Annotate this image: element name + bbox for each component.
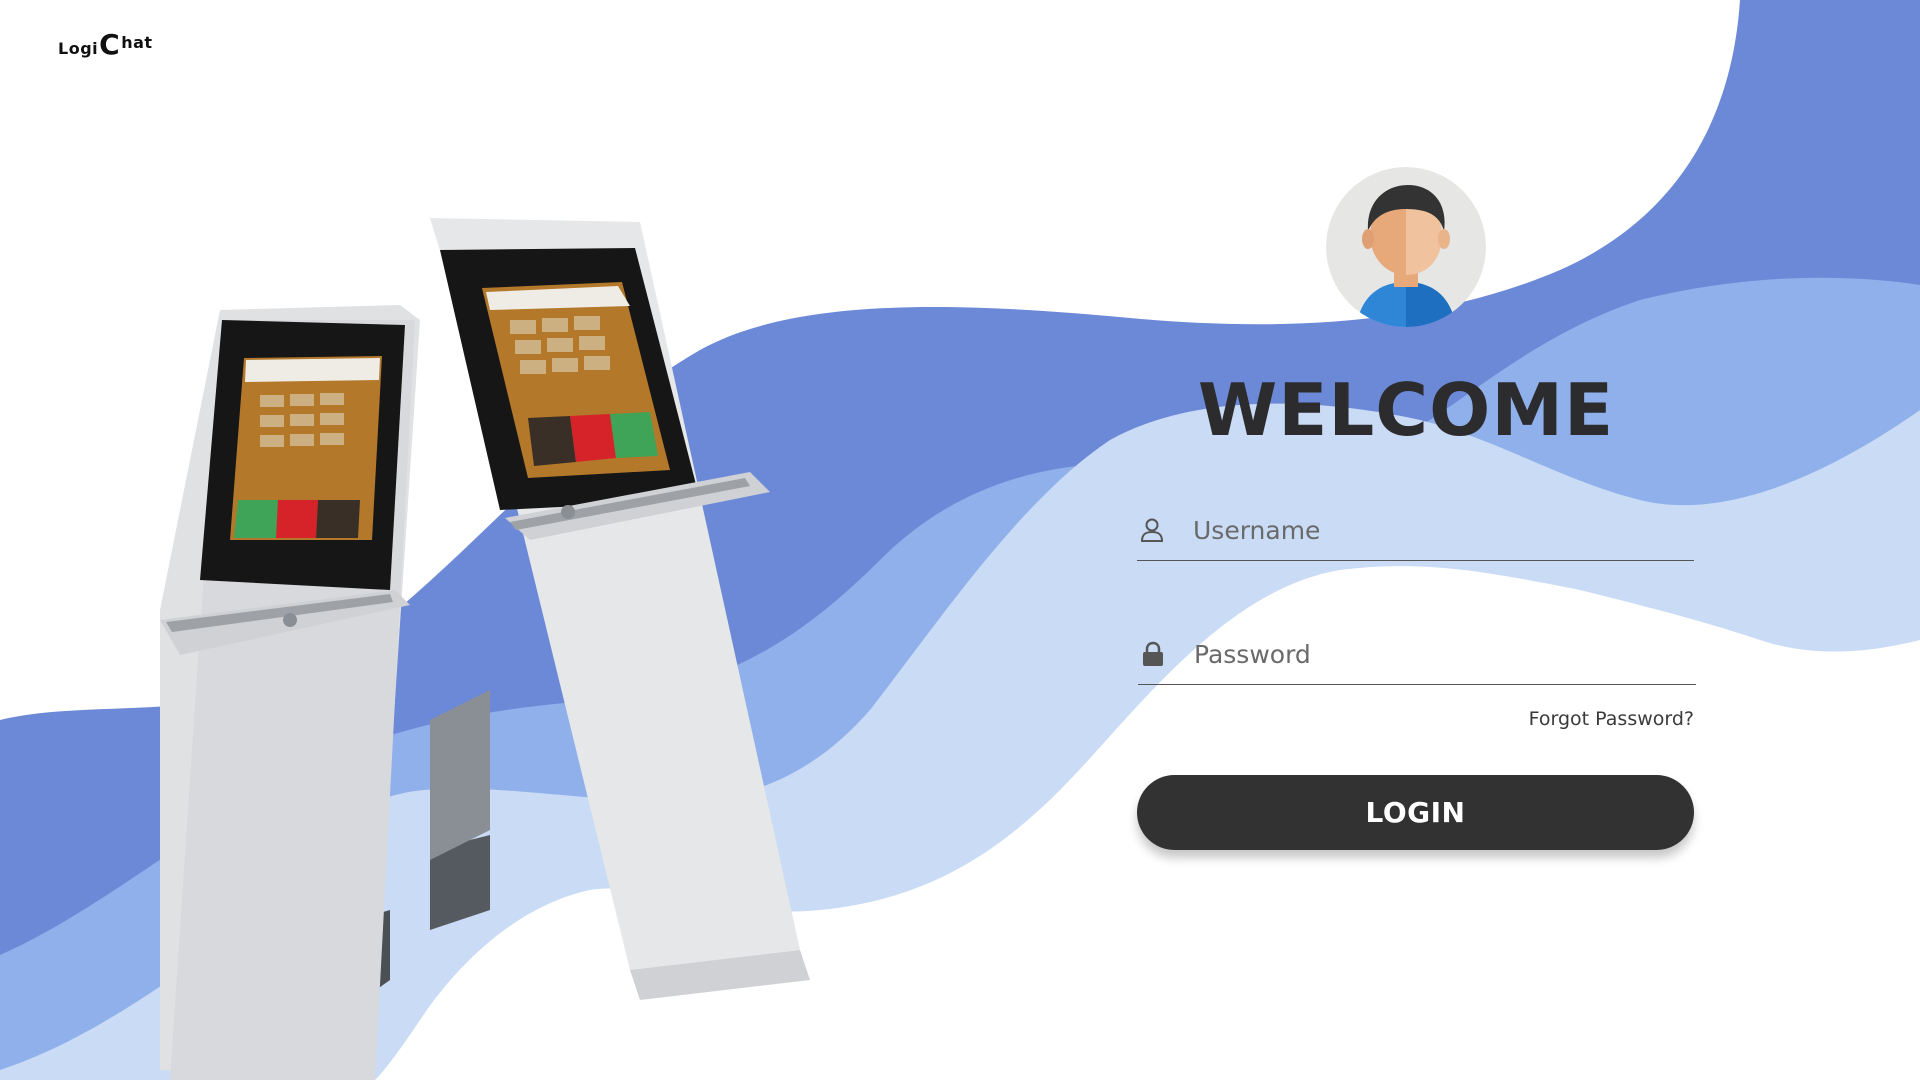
logo-text-part2: C bbox=[99, 28, 121, 61]
login-button[interactable]: LOGIN bbox=[1137, 775, 1694, 850]
password-field[interactable] bbox=[1138, 624, 1696, 685]
password-input[interactable] bbox=[1194, 634, 1674, 674]
username-input[interactable] bbox=[1193, 510, 1673, 550]
username-field[interactable] bbox=[1137, 500, 1694, 561]
app-logo: Logi C hat bbox=[58, 28, 153, 61]
user-icon bbox=[1139, 517, 1165, 543]
logo-text-part3: hat bbox=[121, 33, 153, 52]
forgot-password-link[interactable]: Forgot Password? bbox=[1480, 708, 1694, 730]
lock-icon bbox=[1140, 641, 1166, 667]
kiosk-illustration bbox=[160, 218, 810, 1080]
kiosk-left bbox=[160, 305, 420, 1080]
kiosk-right bbox=[430, 218, 810, 1000]
welcome-heading: WELCOME bbox=[1197, 368, 1615, 452]
logo-text-part1: Logi bbox=[58, 39, 99, 58]
login-page: Logi C hat WELCOME Username Forgot Passw… bbox=[0, 0, 1920, 1080]
user-avatar bbox=[1326, 167, 1486, 327]
